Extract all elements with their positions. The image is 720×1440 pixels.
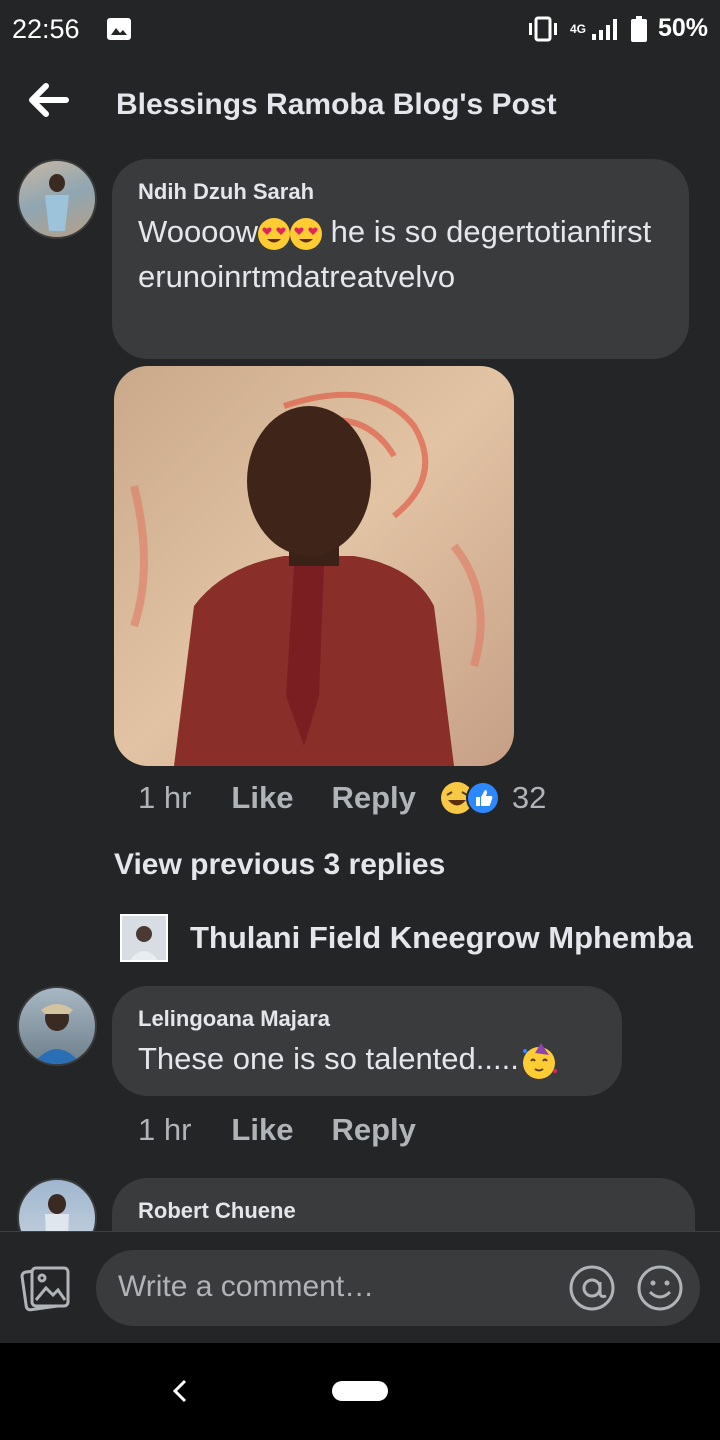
reaction-count: 32 — [511, 780, 547, 815]
status-bar: 22:56 4G 50% — [0, 0, 720, 60]
comment-bubble[interactable]: Lelingoana Majara These one is so talent… — [112, 986, 622, 1096]
comment-composer: Write a comment… — [0, 1231, 720, 1344]
comment-author[interactable]: Lelingoana Majara — [138, 1006, 330, 1032]
reply-author-row[interactable]: Thulani Field Kneegrow Mphemba — [120, 914, 693, 962]
header: Blessings Ramoba Blog's Post — [0, 60, 720, 150]
like-button[interactable]: Like — [231, 780, 293, 816]
vibrate-icon — [528, 16, 557, 41]
battery-percent: 50% — [657, 14, 708, 42]
status-icons: 4G 50% — [526, 14, 708, 43]
comment-author[interactable]: Ndih Dzuh Sarah — [138, 179, 314, 205]
system-home-button[interactable] — [332, 1381, 388, 1401]
comment-time: 1 hr — [138, 780, 192, 815]
comment-author[interactable]: Robert Chuene — [138, 1198, 296, 1224]
back-arrow-icon[interactable] — [26, 82, 70, 118]
status-time: 22:56 — [12, 14, 80, 44]
party-face-emoji-icon — [522, 1042, 557, 1079]
gallery-notification-icon — [107, 18, 131, 40]
emoji-icon[interactable] — [636, 1264, 684, 1312]
reply-button[interactable]: Reply — [331, 1112, 415, 1148]
like-button[interactable]: Like — [231, 1112, 293, 1148]
comment-actions: 1 hr Like Reply — [138, 1112, 454, 1148]
system-navigation-bar — [0, 1343, 720, 1440]
comment-photo[interactable] — [114, 366, 514, 766]
comment-input[interactable]: Write a comment… — [96, 1250, 700, 1326]
comment-bubble[interactable]: Ndih Dzuh Sarah Woooow he is so degertot… — [112, 159, 689, 359]
avatar[interactable] — [17, 986, 97, 1066]
reply-button[interactable]: Reply — [331, 780, 415, 816]
photo-icon[interactable] — [20, 1262, 72, 1314]
view-previous-replies-link[interactable]: View previous 3 replies — [114, 848, 445, 882]
reply-author-avatar — [120, 914, 168, 962]
comment-text: These one is so talented..... — [138, 1036, 559, 1081]
comment-time: 1 hr — [138, 1112, 192, 1147]
reply-author-name[interactable]: Thulani Field Kneegrow Mphemba — [190, 920, 693, 956]
like-reaction-icon — [465, 781, 500, 815]
network-type: 4G — [569, 21, 586, 36]
system-back-icon[interactable] — [170, 1377, 190, 1405]
reactions[interactable] — [440, 781, 500, 815]
page-title: Blessings Ramoba Blog's Post — [116, 88, 557, 121]
signal-icon — [591, 18, 617, 40]
mention-icon[interactable] — [568, 1264, 616, 1312]
heart-eyes-emoji-icon — [258, 217, 291, 250]
comment-input-placeholder: Write a comment… — [118, 1270, 375, 1303]
battery-icon — [630, 15, 647, 42]
comment-text: Woooow he is so degertotianfirsterunoinr… — [138, 214, 652, 294]
comment-actions: 1 hr Like Reply 32 — [138, 780, 546, 816]
heart-eyes-emoji-icon — [290, 217, 323, 250]
avatar[interactable] — [17, 159, 97, 239]
